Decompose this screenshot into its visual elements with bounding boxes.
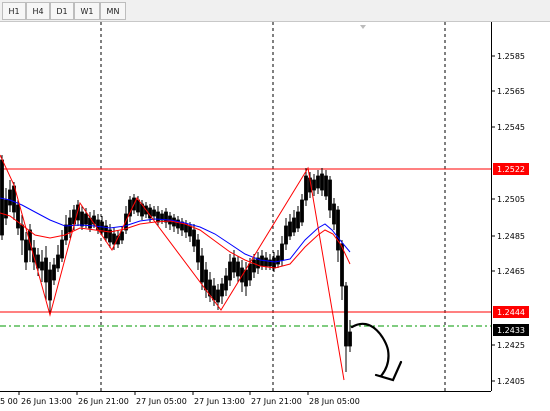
candle-bearish (220, 283, 224, 297)
candle-bearish (44, 257, 48, 283)
tab-d1[interactable]: D1 (50, 2, 74, 20)
candle-bearish (156, 211, 160, 223)
chart-shift-marker[interactable] (360, 25, 366, 29)
candle-bearish (272, 257, 276, 269)
candle-bearish (292, 217, 296, 233)
tab-w1[interactable]: W1 (74, 2, 100, 20)
time-tick-label: 27 Jun 05:00 (136, 397, 187, 406)
level-badge-label: 1.2444 (497, 308, 525, 317)
candle-bearish (260, 255, 264, 267)
candle-bearish (236, 261, 240, 277)
candle-bearish (200, 255, 204, 283)
current-price-label: 1.2433 (497, 326, 525, 335)
time-tick-label: 28 Jun 05:00 (309, 397, 360, 406)
arrow-head (374, 360, 403, 382)
candle-bearish (40, 261, 44, 271)
price-tick-label: 1.2465 (497, 267, 525, 276)
candle-bearish (312, 179, 316, 191)
price-tick-label: 1.2425 (497, 341, 525, 350)
price-level-badges: 1.2522 1.2444 1.2433 (493, 163, 529, 336)
candle-bearish (328, 179, 332, 211)
price-tick-label: 1.2565 (497, 87, 525, 96)
candle-bearish (248, 263, 252, 281)
price-tick-label: 1.2405 (497, 377, 525, 386)
candle-bearish (244, 269, 248, 287)
price-tick-label: 1.2545 (497, 123, 525, 132)
candle-bearish (216, 289, 220, 303)
tab-h1[interactable]: H1 (2, 2, 26, 20)
price-tick-label: 1.2505 (497, 195, 525, 204)
candle-bearish (136, 199, 140, 213)
time-tick-label: 26 Jun 13:00 (21, 397, 72, 406)
candle-bearish (120, 231, 124, 241)
time-tick-label: 26 Jun 21:00 (78, 397, 129, 406)
candle-bearish (336, 209, 340, 251)
zigzag-indicator (0, 154, 345, 381)
candle-bearish (164, 211, 168, 223)
price-tick-label: 1.2485 (497, 232, 525, 241)
candle-bearish (64, 224, 68, 241)
candle-bearish (16, 204, 20, 229)
time-tick-label: 27 Jun 21:00 (251, 397, 302, 406)
candle-bearish (264, 257, 268, 267)
time-tick-label: 5 00 (0, 397, 18, 406)
price-chart[interactable]: 1.2585 1.2565 1.2545 1.2505 1.2485 1.246… (0, 22, 550, 411)
time-tick-label: 27 Jun 13:00 (194, 397, 245, 406)
candle-bearish (188, 225, 192, 237)
candle-bearish (332, 203, 336, 225)
candle-bearish (8, 189, 12, 206)
candle-bearish (80, 211, 84, 227)
candle-bearish (288, 221, 292, 237)
vertical-grid (100, 22, 446, 391)
candle-bearish (152, 209, 156, 217)
candle-bearish (60, 239, 64, 259)
candle-bearish (228, 261, 232, 281)
candle-bearish (284, 225, 288, 245)
candle-bearish (348, 331, 352, 347)
candle-bearish (52, 264, 56, 281)
candle-bearish (344, 285, 348, 347)
level-badge-label: 1.2522 (497, 165, 525, 174)
tab-mn[interactable]: MN (100, 2, 126, 20)
candle-bearish (68, 217, 72, 233)
candle-bearish (300, 199, 304, 223)
candle-bearish (192, 229, 196, 247)
candle-bearish (252, 259, 256, 273)
candle-bearish (232, 257, 236, 273)
arrow-curve (350, 323, 390, 378)
candle-bearish (20, 224, 24, 241)
candle-bearish (320, 173, 324, 191)
candle-bearish (48, 269, 52, 301)
timeframe-tabbar: H1 H4 D1 W1 MN (0, 0, 550, 22)
price-tick-label: 1.2585 (497, 52, 525, 61)
candle-bearish (112, 233, 116, 245)
tab-h4[interactable]: H4 (26, 2, 50, 20)
candle-bearish (276, 255, 280, 265)
candle-bearish (280, 243, 284, 261)
hand-drawn-arrow (350, 323, 403, 382)
candles (0, 155, 352, 372)
candle-bearish (196, 239, 200, 263)
candle-bearish (204, 269, 208, 291)
candle-bearish (296, 211, 300, 229)
candle-bearish (24, 239, 28, 263)
candle-bearish (0, 159, 4, 236)
candle-bearish (324, 175, 328, 197)
candle-bearish (56, 254, 60, 269)
time-axis: 5 00 26 Jun 13:00 26 Jun 21:00 27 Jun 05… (0, 391, 360, 406)
candle-bearish (212, 285, 216, 301)
candle-bearish (304, 175, 308, 201)
candle-bearish (84, 213, 88, 225)
candle-bearish (224, 275, 228, 291)
candle-bearish (316, 175, 320, 189)
